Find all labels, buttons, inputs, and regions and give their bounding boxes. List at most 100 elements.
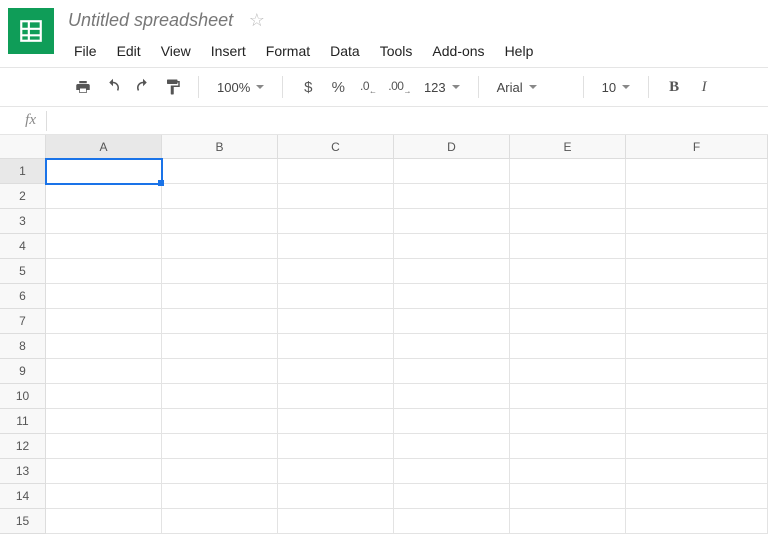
cell[interactable] (46, 434, 162, 459)
cell[interactable] (626, 334, 768, 359)
font-size-dropdown[interactable]: 10 (596, 74, 636, 100)
more-formats-dropdown[interactable]: 123 (418, 74, 466, 100)
cell[interactable] (510, 234, 626, 259)
row-header[interactable]: 11 (0, 409, 46, 434)
cell[interactable] (394, 284, 510, 309)
cell[interactable] (394, 309, 510, 334)
cell[interactable] (46, 209, 162, 234)
formula-input[interactable] (47, 107, 768, 134)
cell[interactable] (46, 309, 162, 334)
cell[interactable] (626, 384, 768, 409)
document-title[interactable]: Untitled spreadsheet (64, 8, 237, 33)
cell[interactable] (162, 159, 278, 184)
cell[interactable] (510, 159, 626, 184)
row-header[interactable]: 7 (0, 309, 46, 334)
row-header[interactable]: 3 (0, 209, 46, 234)
cell[interactable] (46, 484, 162, 509)
zoom-dropdown[interactable]: 100% (211, 74, 270, 100)
cell[interactable] (394, 384, 510, 409)
menu-addons[interactable]: Add-ons (422, 39, 494, 63)
undo-button[interactable] (100, 74, 126, 100)
cell[interactable] (162, 509, 278, 534)
cell[interactable] (510, 459, 626, 484)
row-header[interactable]: 10 (0, 384, 46, 409)
row-header[interactable]: 12 (0, 434, 46, 459)
row-header[interactable]: 8 (0, 334, 46, 359)
cell[interactable] (626, 459, 768, 484)
cell[interactable] (278, 284, 394, 309)
cell[interactable] (278, 409, 394, 434)
format-percent-button[interactable]: % (325, 74, 351, 100)
menu-help[interactable]: Help (495, 39, 544, 63)
cell[interactable] (278, 509, 394, 534)
bold-button[interactable]: B (661, 74, 687, 100)
cell[interactable] (278, 259, 394, 284)
cell[interactable] (46, 259, 162, 284)
cell[interactable] (510, 184, 626, 209)
cell[interactable] (162, 334, 278, 359)
cell[interactable] (46, 184, 162, 209)
cell[interactable] (162, 459, 278, 484)
menu-data[interactable]: Data (320, 39, 370, 63)
redo-button[interactable] (130, 74, 156, 100)
cell[interactable] (626, 209, 768, 234)
cell[interactable] (278, 359, 394, 384)
cell[interactable] (278, 384, 394, 409)
cell[interactable] (510, 284, 626, 309)
cell[interactable] (626, 309, 768, 334)
menu-view[interactable]: View (151, 39, 201, 63)
cell[interactable] (394, 409, 510, 434)
cell[interactable] (394, 159, 510, 184)
cell[interactable] (626, 184, 768, 209)
cell[interactable] (510, 359, 626, 384)
cell[interactable] (162, 309, 278, 334)
cell[interactable] (162, 184, 278, 209)
cell[interactable] (278, 484, 394, 509)
menu-format[interactable]: Format (256, 39, 320, 63)
row-header[interactable]: 4 (0, 234, 46, 259)
column-header[interactable]: A (46, 135, 162, 159)
row-header[interactable]: 2 (0, 184, 46, 209)
column-header[interactable]: C (278, 135, 394, 159)
decrease-decimal-button[interactable]: .0← (355, 74, 381, 100)
cell[interactable] (626, 234, 768, 259)
cell[interactable] (626, 484, 768, 509)
spreadsheet-grid[interactable]: ABCDEF123456789101112131415 (0, 135, 768, 534)
column-header[interactable]: F (626, 135, 768, 159)
cell[interactable] (510, 334, 626, 359)
increase-decimal-button[interactable]: .00→ (385, 74, 414, 100)
cell[interactable] (162, 284, 278, 309)
cell[interactable] (162, 384, 278, 409)
format-currency-button[interactable]: $ (295, 74, 321, 100)
cell[interactable] (162, 434, 278, 459)
cell[interactable] (394, 459, 510, 484)
italic-button[interactable]: I (691, 74, 717, 100)
cell[interactable] (278, 159, 394, 184)
cell[interactable] (510, 509, 626, 534)
star-icon[interactable]: ☆ (249, 10, 265, 31)
cell[interactable] (278, 184, 394, 209)
cell[interactable] (278, 234, 394, 259)
column-header[interactable]: D (394, 135, 510, 159)
cell[interactable] (510, 384, 626, 409)
cell[interactable] (394, 259, 510, 284)
cell[interactable] (162, 484, 278, 509)
cell[interactable] (162, 209, 278, 234)
row-header[interactable]: 1 (0, 159, 46, 184)
cell[interactable] (626, 509, 768, 534)
cell[interactable] (626, 284, 768, 309)
cell[interactable] (626, 434, 768, 459)
cell[interactable] (510, 209, 626, 234)
cell[interactable] (394, 509, 510, 534)
cell[interactable] (510, 409, 626, 434)
row-header[interactable]: 13 (0, 459, 46, 484)
cell[interactable] (510, 434, 626, 459)
cell[interactable] (394, 234, 510, 259)
cell[interactable] (162, 409, 278, 434)
cell[interactable] (278, 309, 394, 334)
cell[interactable] (394, 209, 510, 234)
cell[interactable] (278, 434, 394, 459)
cell[interactable] (46, 384, 162, 409)
select-all-corner[interactable] (0, 135, 46, 159)
cell[interactable] (278, 334, 394, 359)
